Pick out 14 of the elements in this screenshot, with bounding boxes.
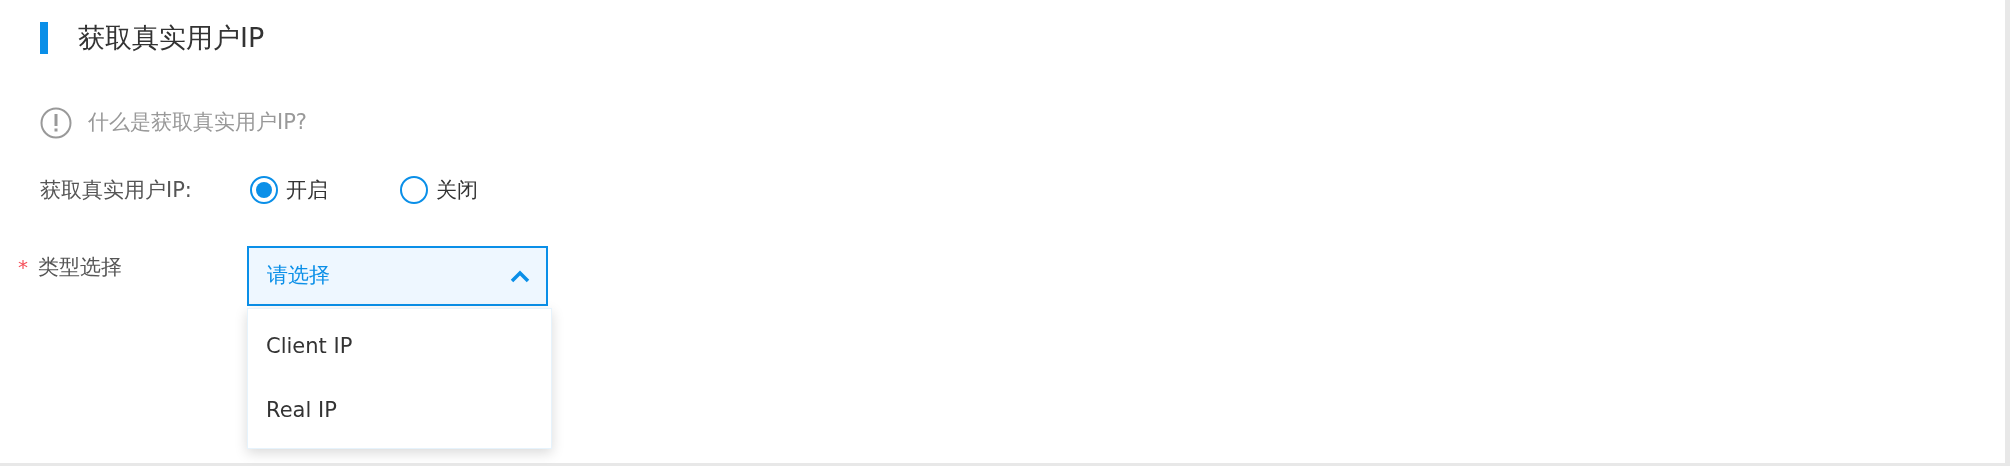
info-icon <box>40 106 72 139</box>
select-placeholder: 请选择 <box>267 262 330 290</box>
field-label: 获取真实用户IP: <box>40 176 193 204</box>
radio-button[interactable] <box>250 176 278 205</box>
section-title: 获取真实用户IP <box>78 21 265 55</box>
field-label: 类型选择 <box>38 255 122 279</box>
chevron-icon <box>510 269 530 283</box>
section-accent-bar <box>40 22 48 55</box>
required-asterisk: * <box>18 255 28 279</box>
radio-button[interactable] <box>400 176 428 205</box>
radio-label[interactable]: 关闭 <box>436 174 478 206</box>
menu-item[interactable]: Real IP <box>248 378 551 442</box>
radio-label[interactable]: 开启 <box>286 174 328 206</box>
menu-item[interactable]: Client IP <box>248 315 551 379</box>
